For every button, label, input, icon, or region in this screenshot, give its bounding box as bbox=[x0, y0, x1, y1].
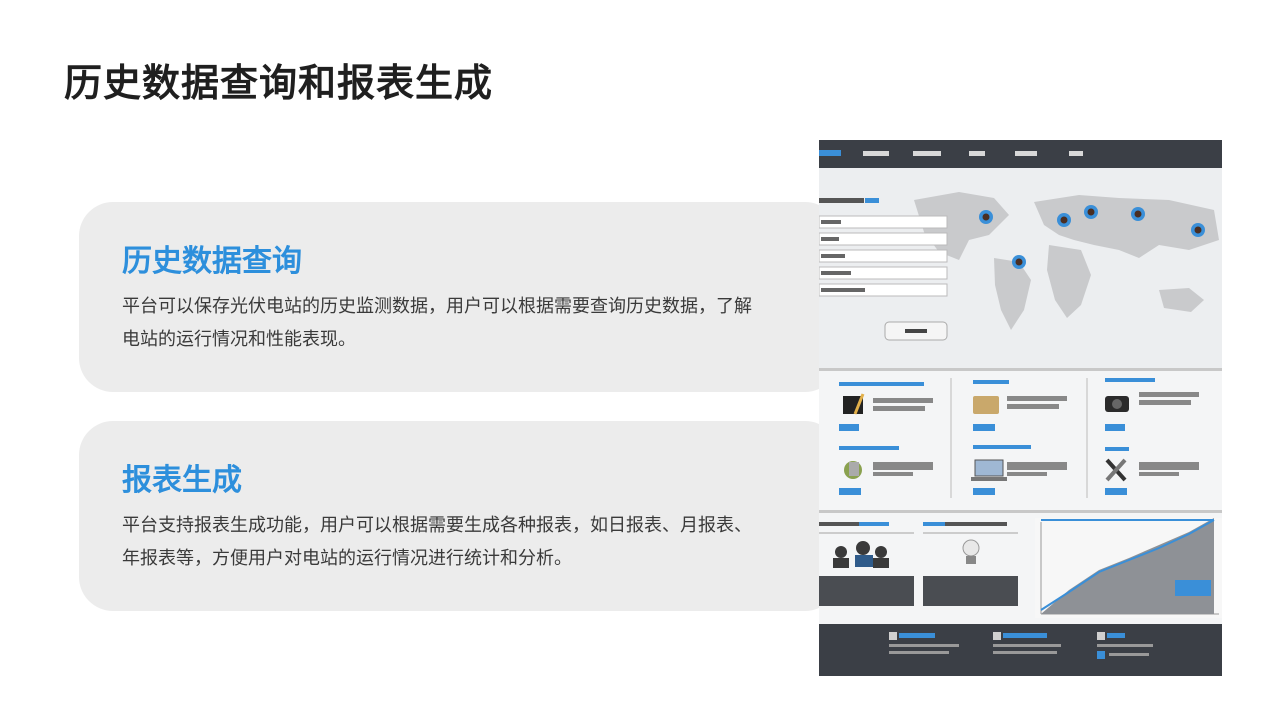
report-generation-card: 报表生成 平台支持报表生成功能，用户可以根据需要生成各种报表，如日报表、月报表、… bbox=[79, 421, 839, 611]
report-generation-heading: 报表生成 bbox=[122, 463, 242, 498]
pen-icon bbox=[843, 393, 865, 415]
screenshot-footer bbox=[819, 624, 1222, 676]
camera-icon bbox=[1105, 396, 1129, 412]
laptop-icon bbox=[971, 459, 1007, 481]
report-generation-text: 平台支持报表生成功能，用户可以根据需要生成各种报表，如日报表、月报表、年报表等，… bbox=[122, 515, 752, 569]
history-query-card: 历史数据查询 平台可以保存光伏电站的历史监测数据，用户可以根据需要查询历史数据，… bbox=[79, 202, 839, 392]
tools-icon bbox=[1105, 458, 1127, 482]
dashboard-screenshot-image bbox=[819, 140, 1222, 676]
people-icon bbox=[833, 541, 889, 568]
folder-icon bbox=[973, 396, 999, 414]
history-query-text: 平台可以保存光伏电站的历史监测数据，用户可以根据需要查询历史数据，了解电站的运行… bbox=[122, 296, 752, 350]
tools-icon bbox=[844, 461, 862, 479]
lightbulb-icon bbox=[962, 539, 980, 564]
line-chart-icon bbox=[1035, 518, 1222, 618]
history-query-heading: 历史数据查询 bbox=[122, 244, 302, 279]
page-title: 历史数据查询和报表生成 bbox=[64, 61, 494, 105]
